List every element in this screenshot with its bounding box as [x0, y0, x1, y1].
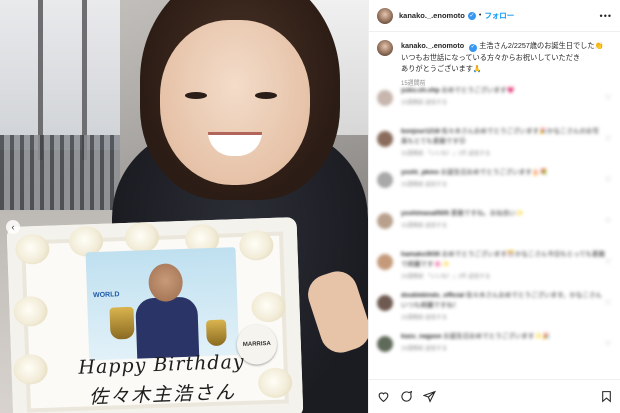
comment-body: yuko.oh.ohp おめでとうございます💗 15週間前 返信する	[401, 86, 605, 127]
avatar[interactable]	[377, 7, 393, 24]
cream-rose	[257, 367, 293, 399]
comment-item: yuko.oh.ohp おめでとうございます💗 15週間前 返信する ♡	[369, 86, 620, 127]
separator-dot: •	[478, 12, 482, 19]
cake-print-man	[134, 263, 200, 361]
trophy-icon	[205, 319, 227, 347]
comment-meta: 15週間前 返信する	[401, 315, 448, 321]
heart-icon[interactable]: ♡	[605, 217, 613, 250]
heart-icon[interactable]: ♡	[605, 258, 613, 291]
comment-username[interactable]: hamako3030	[401, 251, 440, 258]
comment-item: yoshimasa0505 素敵ですね。お似合い✨ 15週間前 返信する ♡	[369, 209, 620, 250]
comment-item: yoshi_pkmo お誕生日おめでとうございます🎂💐 15週間前 返信する ♡	[369, 168, 620, 209]
instagram-post: WORLD MARRISA Happy Birthday 佐々木主浩さん ‹ k…	[0, 0, 620, 413]
comment-text: 素敵ですね。お似合い✨	[450, 210, 524, 217]
heart-icon[interactable]: ♡	[605, 135, 613, 168]
post-caption: kanako._.enomoto ✓ 主浩さん2/2257歳のお誕生日でした👏 …	[369, 32, 620, 94]
avatar[interactable]	[377, 295, 393, 311]
birthday-cake: WORLD MARRISA Happy Birthday 佐々木主浩さん	[6, 217, 304, 413]
comment-meta: 15週間前 返信する	[401, 346, 448, 352]
balcony-railing	[0, 135, 120, 210]
post-side-panel: kanako._.enomoto ✓ • フォロー ••• kanako._.e…	[368, 0, 620, 413]
comment-meta: 15週間前 「いいね！」2件 返信する	[401, 274, 491, 280]
cream-rose	[251, 291, 287, 323]
comment-username[interactable]: yuko.oh.ohp	[401, 87, 440, 94]
comment-icon[interactable]	[400, 390, 413, 403]
comment-meta: 15週間前 「いいね！」1件 返信する	[401, 151, 491, 157]
smile	[208, 132, 262, 156]
avatar[interactable]	[377, 172, 393, 188]
avatar[interactable]	[377, 213, 393, 229]
post-header: kanako._.enomoto ✓ • フォロー •••	[369, 0, 620, 32]
heart-icon[interactable]: ♡	[605, 176, 613, 209]
more-horizontal-icon[interactable]: •••	[600, 11, 612, 21]
comment-text: おめでとうございます💗	[441, 87, 515, 94]
comment-meta: 15週間前 返信する	[401, 223, 448, 229]
comment-text: お誕生日おめでとうございます✨🎉	[443, 333, 551, 340]
caption-text-line2: いつもお世話になっている方々からお祝いしていただき	[401, 52, 581, 62]
chevron-left-icon[interactable]: ‹	[6, 220, 20, 234]
verified-badge-icon: ✓	[469, 43, 478, 52]
avatar[interactable]	[377, 131, 393, 147]
comment-meta: 15週間前 返信する	[401, 100, 448, 106]
comment-username[interactable]: bonjour1218	[401, 128, 440, 135]
caption-text-line3: ありがとうございます🙏	[401, 63, 482, 73]
action-bar	[369, 379, 620, 413]
left-eye	[185, 92, 207, 99]
comment-username[interactable]: yoshimasa0505	[401, 210, 449, 217]
share-icon[interactable]	[423, 390, 436, 403]
trophy-icon	[109, 306, 135, 340]
comment-username[interactable]: doublebinds_official	[401, 292, 464, 299]
comment-item: bonjour1218 佐々木さんおめでとうございます🎉かなこさんのお写真もとて…	[369, 127, 620, 168]
cream-rose	[13, 295, 49, 327]
person-face	[160, 20, 310, 185]
cake-message-line2: 佐々木主浩さん	[88, 381, 237, 409]
comment-username[interactable]: kazu_nagase	[401, 333, 441, 340]
comment-username[interactable]: yoshi_pkmo	[401, 169, 439, 176]
cake-print-photo: WORLD	[85, 247, 240, 361]
avatar[interactable]	[377, 254, 393, 270]
comment-item: kazu_nagase お誕生日おめでとうございます✨🎉 15週間前 返信する ♡	[369, 332, 620, 373]
avatar[interactable]	[377, 90, 393, 106]
comment-body: kazu_nagase お誕生日おめでとうございます✨🎉 15週間前 返信する	[401, 332, 605, 373]
cream-rose	[238, 229, 274, 261]
comment-body: bonjour1218 佐々木さんおめでとうございます🎉かなこさんのお写真もとて…	[401, 127, 605, 168]
heart-icon[interactable]: ♡	[605, 340, 613, 373]
cream-rose	[124, 221, 160, 253]
comment-text: お誕生日おめでとうございます🎂💐	[440, 169, 548, 176]
cream-rose	[13, 353, 49, 385]
comment-meta: 15週間前 返信する	[401, 182, 448, 188]
comment-item: doublebinds_official 佐々木さんおめでとうございます。かなこ…	[369, 291, 620, 332]
comment-list: yuko.oh.ohp おめでとうございます💗 15週間前 返信する ♡ bonjou…	[369, 86, 620, 378]
comment-item: hamako3030 おめでとうございます🎊かなこさん今日もとっても素敵で綺麗で…	[369, 250, 620, 291]
header-username[interactable]: kanako._.enomoto	[399, 11, 465, 20]
comment-body: hamako3030 おめでとうございます🎊かなこさん今日もとっても素敵で綺麗で…	[401, 250, 605, 291]
caption-username[interactable]: kanako._.enomoto	[401, 41, 464, 50]
heart-icon[interactable]: ♡	[605, 299, 613, 332]
post-photo[interactable]: WORLD MARRISA Happy Birthday 佐々木主浩さん ‹	[0, 0, 368, 413]
right-eye	[255, 92, 277, 99]
avatar[interactable]	[377, 40, 393, 56]
comment-body: doublebinds_official 佐々木さんおめでとうございます。かなこ…	[401, 291, 605, 332]
verified-badge-icon: ✓	[467, 11, 476, 20]
cream-rose	[14, 233, 50, 265]
bookmark-icon[interactable]	[600, 390, 613, 403]
window-left	[0, 0, 120, 150]
suit	[135, 296, 200, 361]
comment-body: yoshimasa0505 素敵ですね。お似合い✨ 15週間前 返信する	[401, 209, 605, 250]
heart-icon[interactable]	[377, 390, 390, 403]
follow-button[interactable]: フォロー	[484, 10, 514, 21]
brand-text: WORLD	[92, 291, 120, 300]
caption-body: kanako._.enomoto ✓ 主浩さん2/2257歳のお誕生日でした👏 …	[401, 40, 603, 90]
comment-body: yoshi_pkmo お誕生日おめでとうございます🎂💐 15週間前 返信する	[401, 168, 605, 209]
heart-icon[interactable]: ♡	[605, 94, 613, 127]
caption-text-line1: 主浩さん2/2257歳のお誕生日でした👏	[479, 41, 604, 50]
avatar[interactable]	[377, 336, 393, 352]
